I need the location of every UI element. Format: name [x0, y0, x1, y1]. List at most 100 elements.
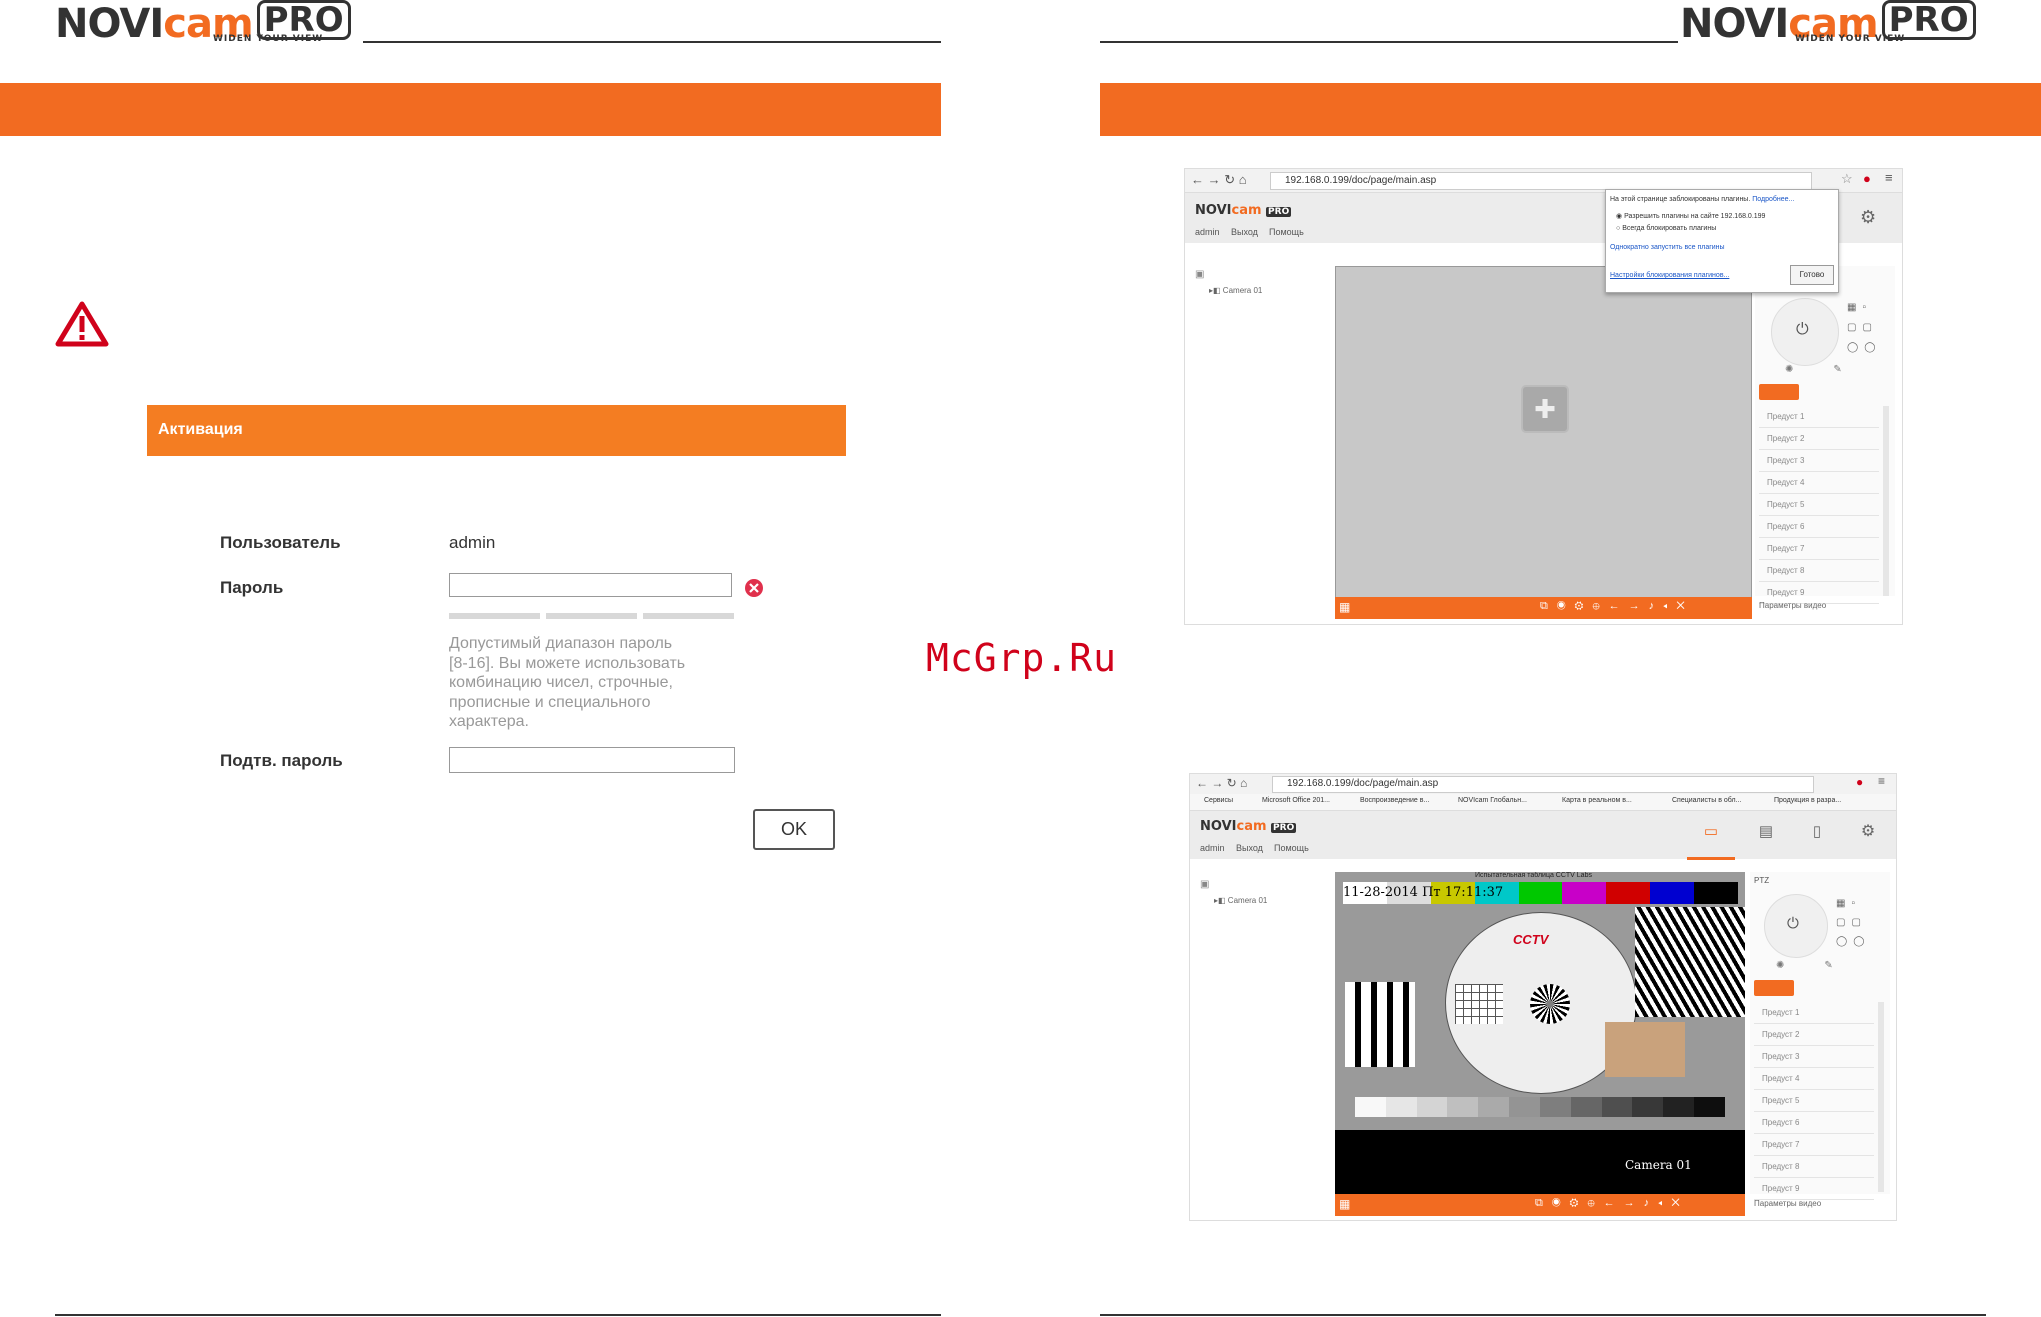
camera-icon: ▸◧: [1209, 286, 1223, 295]
camera-icon-2: ▸◧: [1214, 896, 1228, 905]
list-item[interactable]: Предуст 2: [1759, 428, 1879, 450]
bookmark-item[interactable]: Продукция в разра...: [1774, 797, 1841, 804]
list-item[interactable]: Предуст 1: [1759, 406, 1879, 428]
menu-icon-2[interactable]: ≡: [1878, 774, 1885, 788]
popup-option-block[interactable]: ○ Всегда блокировать плагины: [1616, 225, 1716, 232]
tab-live-view[interactable]: ▭: [1687, 811, 1735, 860]
footer-rule-right: [1100, 1314, 1986, 1316]
star-icon[interactable]: ☆: [1841, 171, 1853, 187]
address-bar[interactable]: 192.168.0.199/doc/page/main.asp: [1270, 172, 1812, 190]
layout-icon-2[interactable]: ▦: [1339, 1197, 1350, 1211]
opera-icon-2[interactable]: ●: [1856, 775, 1863, 789]
confirm-password-field[interactable]: [449, 747, 735, 773]
preset-scrollbar[interactable]: [1883, 406, 1889, 596]
layout-icon[interactable]: ▦: [1339, 600, 1350, 614]
ptz-buttons-icon-2[interactable]: ▦▫ ▢▢ ◯◯: [1836, 894, 1880, 951]
list-item[interactable]: Предуст 9: [1754, 1178, 1874, 1200]
ptz-center-icon[interactable]: ⏻: [1796, 321, 1809, 339]
light-wiper-icons-2[interactable]: ✺✎: [1776, 960, 1873, 971]
activation-header: Активация: [147, 405, 846, 456]
tab-log[interactable]: ▯: [1793, 811, 1841, 857]
ok-button[interactable]: OK: [753, 809, 835, 850]
password-field[interactable]: [449, 573, 732, 597]
password-hint: Допустимый диапазон пароль [8-16]. Вы мо…: [449, 635, 686, 730]
video-params[interactable]: Параметры видео: [1759, 601, 1826, 610]
menu-logout[interactable]: Выход: [1231, 227, 1258, 237]
list-item[interactable]: Предуст 4: [1759, 472, 1879, 494]
confirm-password-label: Подтв. пароль: [220, 751, 343, 770]
list-item[interactable]: Предуст 2: [1754, 1024, 1874, 1046]
bookmark-item[interactable]: Карта в реальном в...: [1562, 797, 1632, 804]
menu-logout-2[interactable]: Выход: [1236, 843, 1263, 853]
bookmark-item[interactable]: Microsoft Office 201...: [1262, 797, 1330, 804]
footer-rule-left: [55, 1314, 941, 1316]
ptz-wheel-2[interactable]: ⏻: [1764, 894, 1828, 958]
video-controls-icons-2[interactable]: ⧉◉⚙⊕←→♪◂✕: [1535, 1197, 1689, 1210]
preset-button[interactable]: [1759, 384, 1799, 400]
warning-icon: [55, 301, 109, 347]
list-item[interactable]: Предуст 7: [1759, 538, 1879, 560]
list-item[interactable]: Предуст 8: [1754, 1156, 1874, 1178]
popup-more-link[interactable]: Подробнее...: [1752, 196, 1794, 203]
list-item[interactable]: Предуст 3: [1759, 450, 1879, 472]
logo-right: NOVIcam PRO WIDEN YOUR VIEW: [1680, 0, 1976, 47]
ptz-center-icon-2[interactable]: ⏻: [1787, 915, 1799, 932]
preset-button-2[interactable]: [1754, 980, 1794, 996]
list-item[interactable]: Предуст 7: [1754, 1134, 1874, 1156]
nav-arrows-icon-2[interactable]: ← → ↻ ⌂: [1196, 776, 1247, 790]
nav-arrows-icon[interactable]: ← → ↻ ⌂: [1191, 172, 1247, 188]
app-header-2: NOVIcam PRO admin Выход Помощь ▭ ▤ ▯ ⚙: [1190, 811, 1896, 860]
device-tree: ▣ ▸◧ Camera 01: [1195, 269, 1262, 298]
plugin-icon: ✚: [1521, 385, 1569, 433]
popup-run-once-link[interactable]: Однократно запустить все плагины: [1610, 244, 1725, 251]
tab-settings[interactable]: ⚙: [1844, 811, 1892, 857]
list-item[interactable]: Предуст 5: [1754, 1090, 1874, 1112]
password-strength-bar: [449, 613, 734, 619]
bookmark-item[interactable]: Воспроизведение в...: [1360, 797, 1429, 804]
clear-error-icon[interactable]: [744, 578, 764, 598]
activation-title: Активация: [158, 421, 243, 438]
menu-help[interactable]: Помощь: [1269, 227, 1304, 237]
list-item[interactable]: Предуст 1: [1754, 1002, 1874, 1024]
chart-bars-left: [1345, 982, 1415, 1067]
browser-toolbar-2: ← → ↻ ⌂ 192.168.0.199/doc/page/main.asp …: [1190, 774, 1896, 794]
menu-admin-2[interactable]: admin: [1200, 843, 1225, 853]
menu-admin[interactable]: admin: [1195, 227, 1220, 237]
address-bar-2[interactable]: 192.168.0.199/doc/page/main.asp: [1272, 776, 1814, 793]
ptz-wheel[interactable]: ⏻: [1771, 298, 1839, 366]
bookmark-item[interactable]: NOVIcam Глобальн...: [1458, 797, 1527, 804]
chart-wedges: [1635, 907, 1745, 1017]
popup-settings-link[interactable]: Настройки блокирования плагинов...: [1610, 272, 1729, 279]
list-item[interactable]: Предуст 4: [1754, 1068, 1874, 1090]
chart-photo: [1605, 1022, 1685, 1077]
tab-playback[interactable]: ▤: [1742, 811, 1790, 857]
list-item[interactable]: Предуст 8: [1759, 560, 1879, 582]
gray-scale: [1355, 1097, 1725, 1117]
test-chart-title: Испытательная таблица CCTV Labs: [1475, 872, 1592, 879]
light-wiper-icons[interactable]: ✺✎: [1785, 364, 1882, 375]
popup-done-button[interactable]: Готово: [1790, 265, 1834, 285]
list-item[interactable]: Предуст 6: [1754, 1112, 1874, 1134]
logo-tagline: WIDEN YOUR VIEW: [213, 34, 324, 44]
video-controls-icons[interactable]: ⧉◉⚙⊕←→♪◂✕: [1540, 600, 1694, 613]
menu-help-2[interactable]: Помощь: [1274, 843, 1309, 853]
popup-option-allow[interactable]: ◉ Разрешить плагины на сайте 192.168.0.1…: [1616, 212, 1765, 220]
header-rule-right: [1100, 41, 1678, 43]
menu-icon[interactable]: ≡: [1885, 170, 1893, 185]
preset-scrollbar-2[interactable]: [1878, 1002, 1884, 1192]
bookmark-item[interactable]: Сервисы: [1204, 797, 1233, 804]
list-item[interactable]: Предуст 5: [1759, 494, 1879, 516]
video-area-2: Испытательная таблица CCTV Labs 11-28-20…: [1335, 872, 1745, 1194]
app-logo: NOVIcam PRO: [1195, 203, 1292, 218]
bookmark-item[interactable]: Специалисты в обл...: [1672, 797, 1741, 804]
camera-item[interactable]: Camera 01: [1223, 286, 1263, 295]
camera-item-2[interactable]: Camera 01: [1228, 896, 1268, 905]
user-value: admin: [449, 533, 496, 552]
gear-icon[interactable]: ⚙: [1860, 207, 1876, 228]
list-item[interactable]: Предуст 3: [1754, 1046, 1874, 1068]
opera-icon[interactable]: ●: [1863, 171, 1871, 186]
video-params-2[interactable]: Параметры видео: [1754, 1199, 1821, 1208]
osd-camera-name: Camera 01: [1625, 1158, 1692, 1172]
ptz-buttons-icon[interactable]: ▦▫ ▢▢ ◯◯: [1847, 298, 1891, 358]
list-item[interactable]: Предуст 6: [1759, 516, 1879, 538]
